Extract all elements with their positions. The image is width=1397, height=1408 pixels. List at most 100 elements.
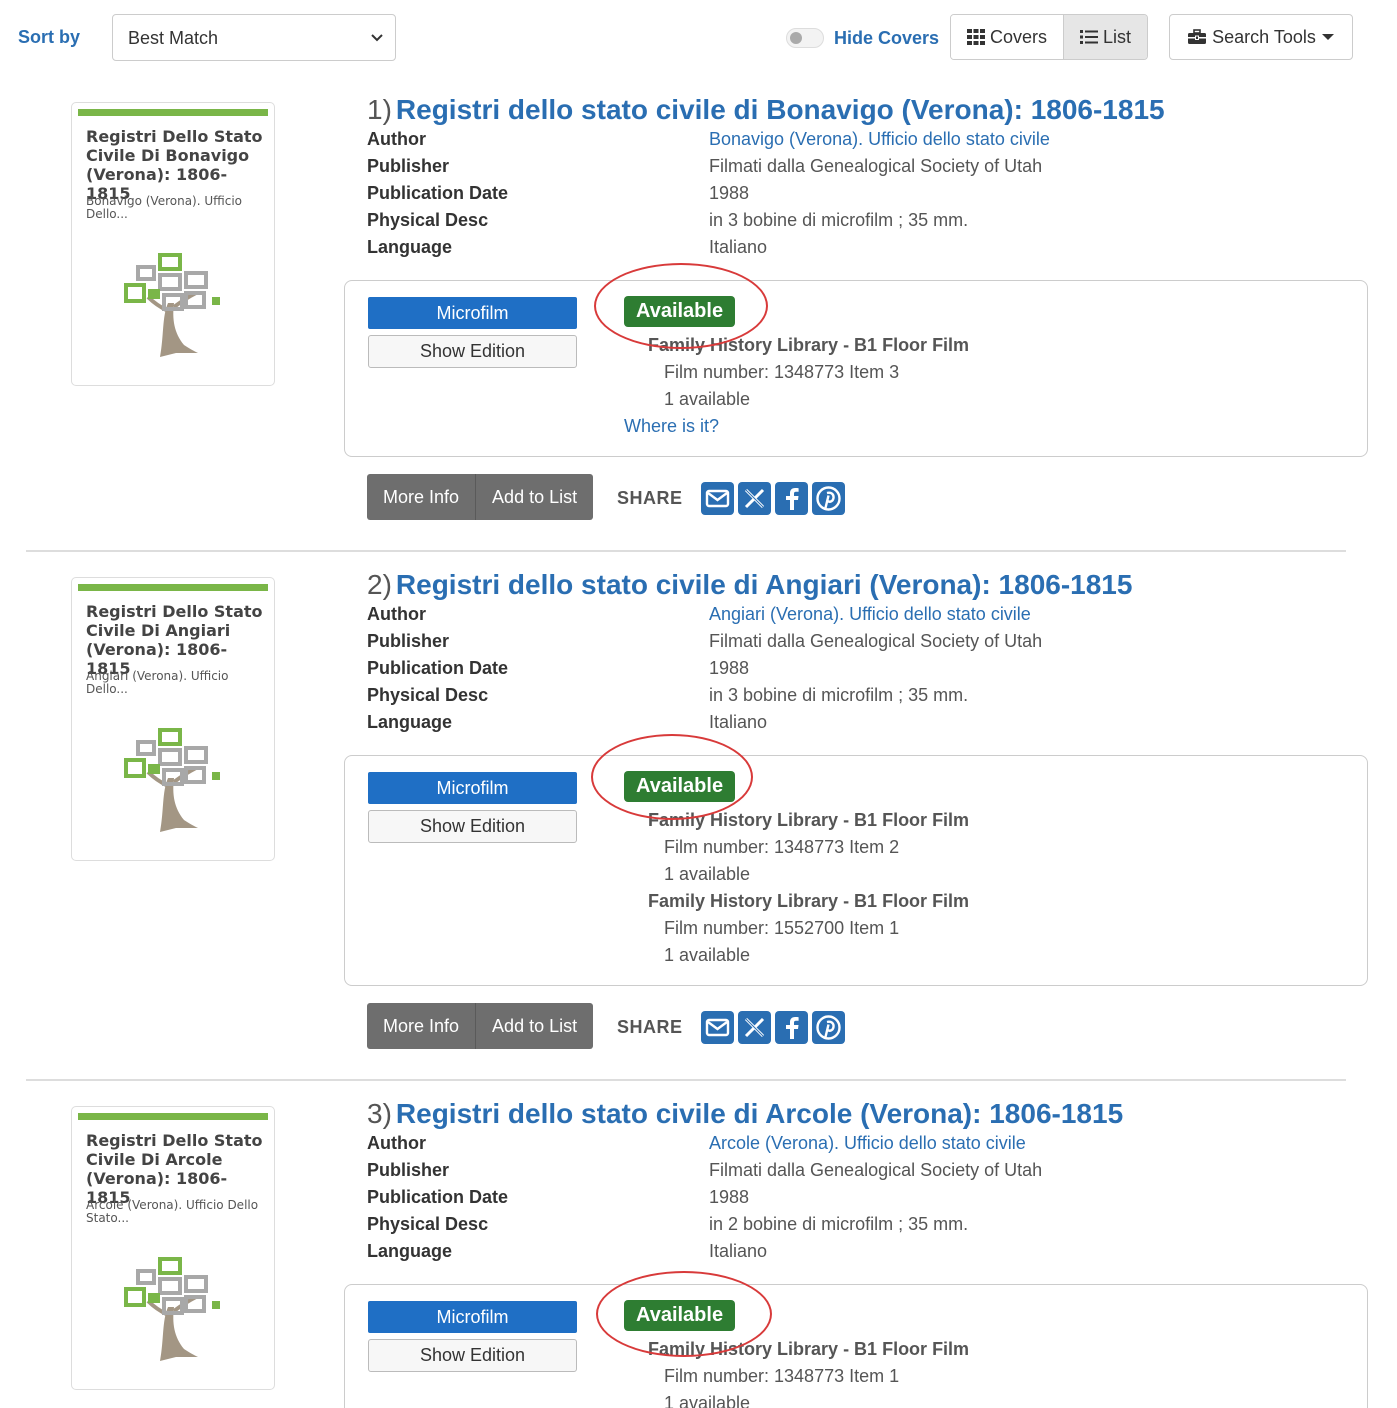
holding-film-number: Film number: 1348773 Item 1 — [664, 1366, 900, 1386]
pinterest-icon — [816, 1015, 841, 1040]
sort-select[interactable]: Best Match — [112, 14, 396, 61]
share-facebook-icon[interactable] — [775, 1011, 808, 1044]
facebook-icon — [786, 488, 799, 510]
more-info-button[interactable]: More Info — [367, 474, 476, 520]
cover-image: Registri Dello Stato Civile Di Bonavigo … — [78, 109, 268, 379]
covers-view-button[interactable]: Covers — [951, 15, 1064, 59]
show-edition-button[interactable]: Show Edition — [368, 1339, 577, 1372]
results-toolbar: Sort by Best Match Hide Covers Covers Li… — [0, 0, 1397, 75]
meta-label: Author — [367, 1133, 426, 1153]
add-to-list-button[interactable]: Add to List — [475, 474, 594, 520]
more-info-button[interactable]: More Info — [367, 1003, 476, 1049]
where-is-it-link[interactable]: Where is it? — [624, 416, 719, 437]
tree-logo-icon — [124, 728, 220, 832]
microfilm-format-button[interactable]: Microfilm — [368, 772, 577, 804]
meta-label: Publisher — [367, 631, 450, 651]
email-icon — [705, 489, 730, 508]
meta-value: in 2 bobine di microfilm ; 35 mm. — [709, 1214, 969, 1234]
add-to-list-button[interactable]: Add to List — [475, 1003, 594, 1049]
meta-value: Italiano — [709, 712, 768, 732]
action-button-group: More Info Add to List — [367, 474, 594, 520]
result-title-link[interactable]: 2) Registri dello stato civile di Angiari… — [367, 569, 1132, 601]
result-title-text: Registri dello stato civile di Angiari (… — [395, 569, 1133, 600]
author-link[interactable]: Angiari (Verona). Ufficio dello stato ci… — [709, 604, 1031, 625]
meta-value: Italiano — [709, 237, 768, 257]
result-number: 3) — [367, 1098, 392, 1129]
toggle-switch[interactable] — [786, 28, 824, 48]
cover-author: Bonavigo (Verona). Ufficio Dello... — [86, 194, 243, 221]
cover-image: Registri Dello Stato Civile Di Angiari (… — [78, 584, 268, 854]
tree-logo-icon — [124, 253, 220, 357]
share-label: SHARE — [617, 1017, 683, 1037]
view-mode-group: Covers List — [950, 14, 1149, 60]
meta-label: Language — [367, 712, 453, 732]
result-actions: More Info Add to List SHARE — [367, 474, 887, 520]
holding-location: Family History Library - B1 Floor Film — [648, 891, 970, 911]
meta-label: Publisher — [367, 156, 450, 176]
action-button-group: More Info Add to List — [367, 1003, 594, 1049]
cover-title: Registri Dello Stato Civile Di Angiari (… — [86, 602, 263, 678]
holdings-panel: Microfilm Show Edition Available Family His… — [344, 280, 1368, 457]
caret-down-icon — [1321, 34, 1334, 40]
book-cover[interactable]: Registri Dello Stato Civile Di Arcole (V… — [71, 1106, 275, 1390]
cover-author: Angiari (Verona). Ufficio Dello... — [86, 669, 229, 696]
microfilm-format-button[interactable]: Microfilm — [368, 1301, 577, 1333]
result-divider — [26, 1079, 1346, 1081]
meta-value: 1988 — [709, 1187, 750, 1207]
email-icon — [705, 1018, 730, 1037]
share-pinterest-icon[interactable] — [812, 1011, 845, 1044]
holding-film-number: Film number: 1348773 Item 2 — [664, 837, 900, 857]
meta-label: Physical Desc — [367, 1214, 489, 1234]
sort-by-label: Sort by — [18, 27, 81, 47]
share-pinterest-icon[interactable] — [812, 482, 845, 515]
sort-select-value: Best Match — [128, 28, 219, 48]
result-title-text: Registri dello stato civile di Bonavigo … — [395, 94, 1165, 125]
toolbox-icon — [1188, 29, 1207, 44]
cover-author: Arcole (Verona). Ufficio Dello Stato... — [86, 1198, 259, 1225]
cover-title: Registri Dello Stato Civile Di Bonavigo … — [86, 127, 263, 203]
share-x-icon[interactable] — [738, 482, 771, 515]
meta-label: Publication Date — [367, 183, 509, 203]
meta-label: Physical Desc — [367, 685, 489, 705]
annotation-circle — [591, 734, 753, 820]
holding-film-number: Film number: 1348773 Item 3 — [664, 362, 900, 382]
holding-availability: 1 available — [664, 945, 751, 965]
result-title-link[interactable]: 3) Registri dello stato civile di Arcole … — [367, 1098, 1123, 1130]
meta-label: Author — [367, 129, 426, 149]
hide-covers-toggle[interactable]: Hide Covers — [786, 27, 939, 49]
share-email-icon[interactable] — [701, 482, 734, 515]
x-icon — [744, 1017, 765, 1038]
result-number: 1) — [367, 94, 392, 125]
share-facebook-icon[interactable] — [775, 482, 808, 515]
share-x-icon[interactable] — [738, 1011, 771, 1044]
holdings-panel: Microfilm Show Edition Available Family His… — [344, 1284, 1368, 1408]
book-cover[interactable]: Registri Dello Stato Civile Di Bonavigo … — [71, 102, 275, 386]
meta-label: Author — [367, 604, 426, 624]
holdings-panel: Microfilm Show Edition Available Family His… — [344, 755, 1368, 986]
meta-label: Publisher — [367, 1160, 450, 1180]
meta-label: Publication Date — [367, 658, 509, 678]
meta-value: Filmati dalla Genealogical Society of Ut… — [709, 156, 1043, 176]
author-link[interactable]: Bonavigo (Verona). Ufficio dello stato c… — [709, 129, 1050, 150]
meta-value: in 3 bobine di microfilm ; 35 mm. — [709, 210, 969, 230]
show-edition-button[interactable]: Show Edition — [368, 810, 577, 843]
result-title-text: Registri dello stato civile di Arcole (V… — [395, 1098, 1124, 1129]
list-view-button[interactable]: List — [1063, 15, 1148, 59]
share-label: SHARE — [617, 488, 683, 508]
show-edition-button[interactable]: Show Edition — [368, 335, 577, 368]
holding-availability: 1 available — [664, 864, 751, 884]
author-link[interactable]: Arcole (Verona). Ufficio dello stato civ… — [709, 1133, 1026, 1154]
facebook-icon — [786, 1017, 799, 1039]
search-tools-button[interactable]: Search Tools — [1169, 14, 1353, 60]
result-title-link[interactable]: 1) Registri dello stato civile di Bonavig… — [367, 94, 1165, 126]
result-divider — [26, 550, 1346, 552]
book-cover[interactable]: Registri Dello Stato Civile Di Angiari (… — [71, 577, 275, 861]
meta-value: Filmati dalla Genealogical Society of Ut… — [709, 631, 1043, 651]
cover-image: Registri Dello Stato Civile Di Arcole (V… — [78, 1113, 268, 1383]
annotation-circle — [594, 263, 768, 349]
holding-availability: 1 available — [664, 1393, 751, 1408]
meta-label: Physical Desc — [367, 210, 489, 230]
covers-view-label: Covers — [990, 26, 1048, 47]
share-email-icon[interactable] — [701, 1011, 734, 1044]
microfilm-format-button[interactable]: Microfilm — [368, 297, 577, 329]
